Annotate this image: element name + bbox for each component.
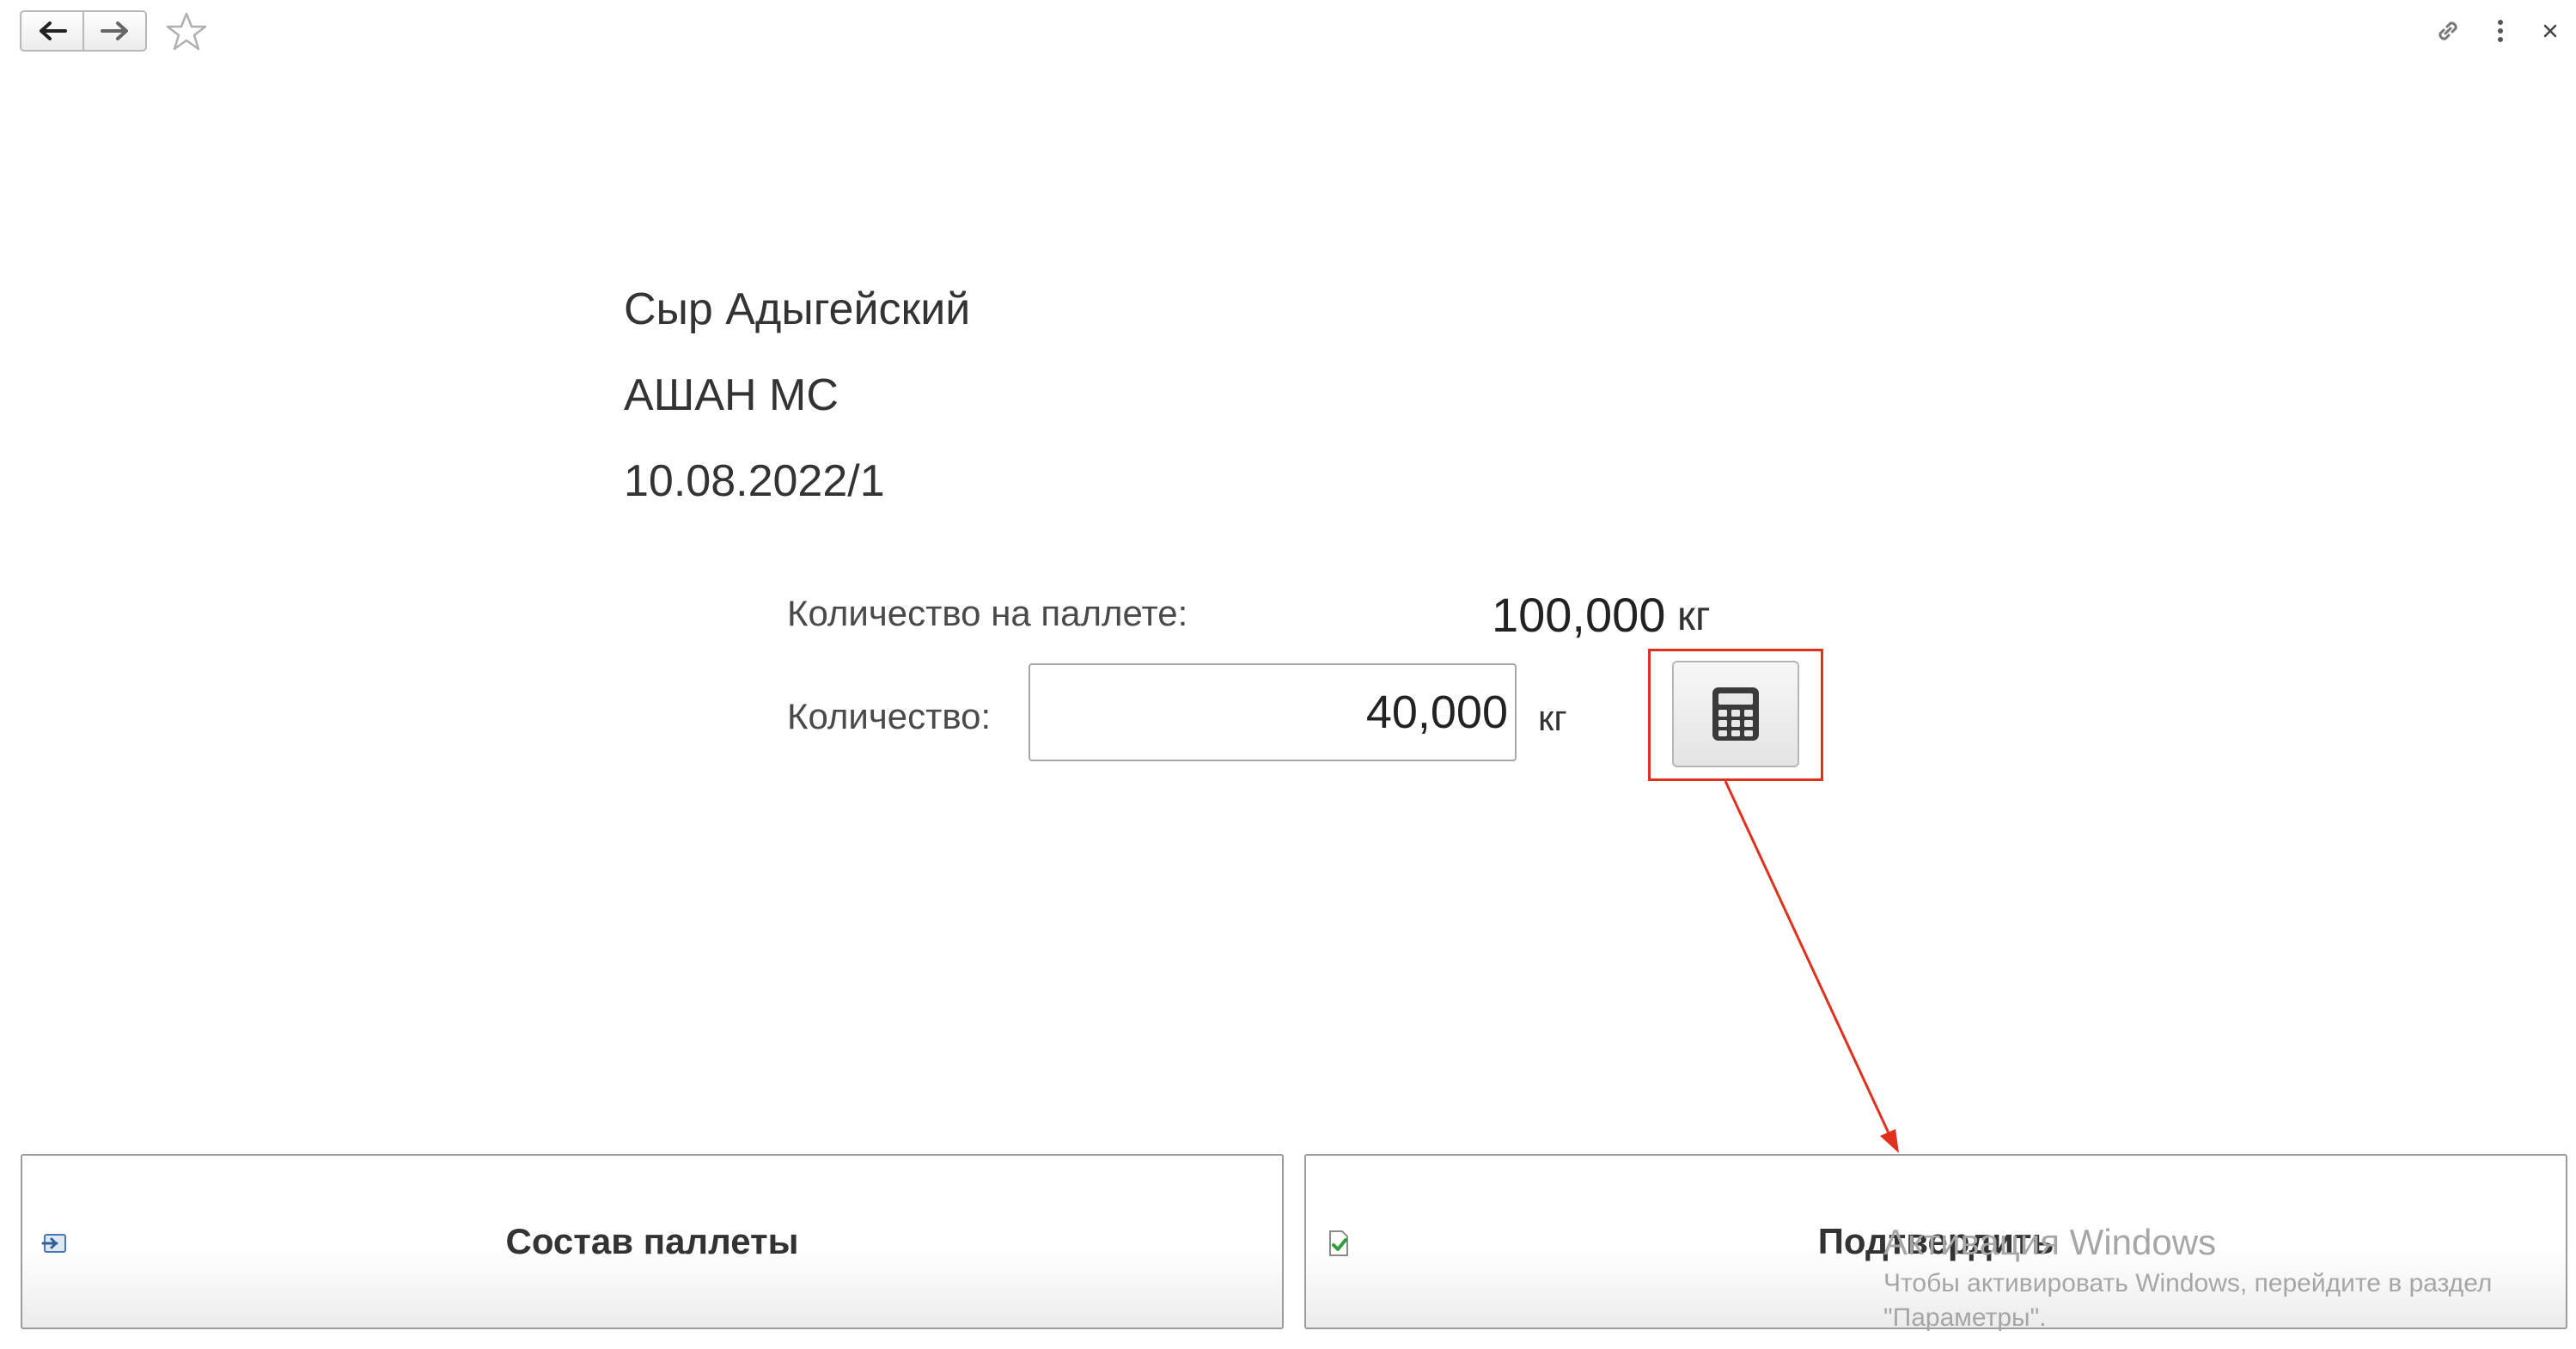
arrow-left-icon (39, 21, 67, 40)
quantity-input[interactable] (1029, 663, 1517, 761)
client-name: АШАН МС (624, 370, 839, 420)
arrow-right-icon (100, 21, 128, 40)
product-name: Сыр Адыгейский (624, 284, 971, 334)
pallet-contents-label: Состав паллеты (505, 1221, 799, 1261)
close-button[interactable] (2533, 12, 2567, 50)
calculator-icon (1712, 687, 1759, 741)
document-number: 10.08.2022/1 (624, 456, 885, 506)
forward-button[interactable] (82, 12, 145, 50)
close-icon (2543, 24, 2557, 38)
link-button[interactable] (2428, 12, 2468, 50)
navigation-group (20, 10, 147, 52)
link-icon (2439, 21, 2457, 40)
star-icon (166, 12, 207, 51)
more-vertical-icon (2498, 20, 2503, 42)
watermark-subtitle: Чтобы активировать Windows, перейдите в … (1883, 1269, 2493, 1332)
more-button[interactable] (2483, 12, 2518, 50)
watermark-title: Активация Windows (1883, 1222, 2217, 1262)
calculator-button[interactable] (1672, 661, 1799, 767)
quantity-unit: кг (1538, 698, 1567, 738)
pallet-quantity-unit: кг (1677, 594, 1711, 639)
favorite-button[interactable] (165, 10, 208, 53)
pallet-quantity-value: 100,000 (1492, 588, 1666, 642)
pallet-contents-button[interactable]: Состав паллеты (21, 1154, 1284, 1329)
pallet-quantity-label: Количество на паллете: (787, 593, 1188, 633)
quantity-label: Количество: (787, 696, 992, 736)
back-button[interactable] (21, 12, 82, 50)
